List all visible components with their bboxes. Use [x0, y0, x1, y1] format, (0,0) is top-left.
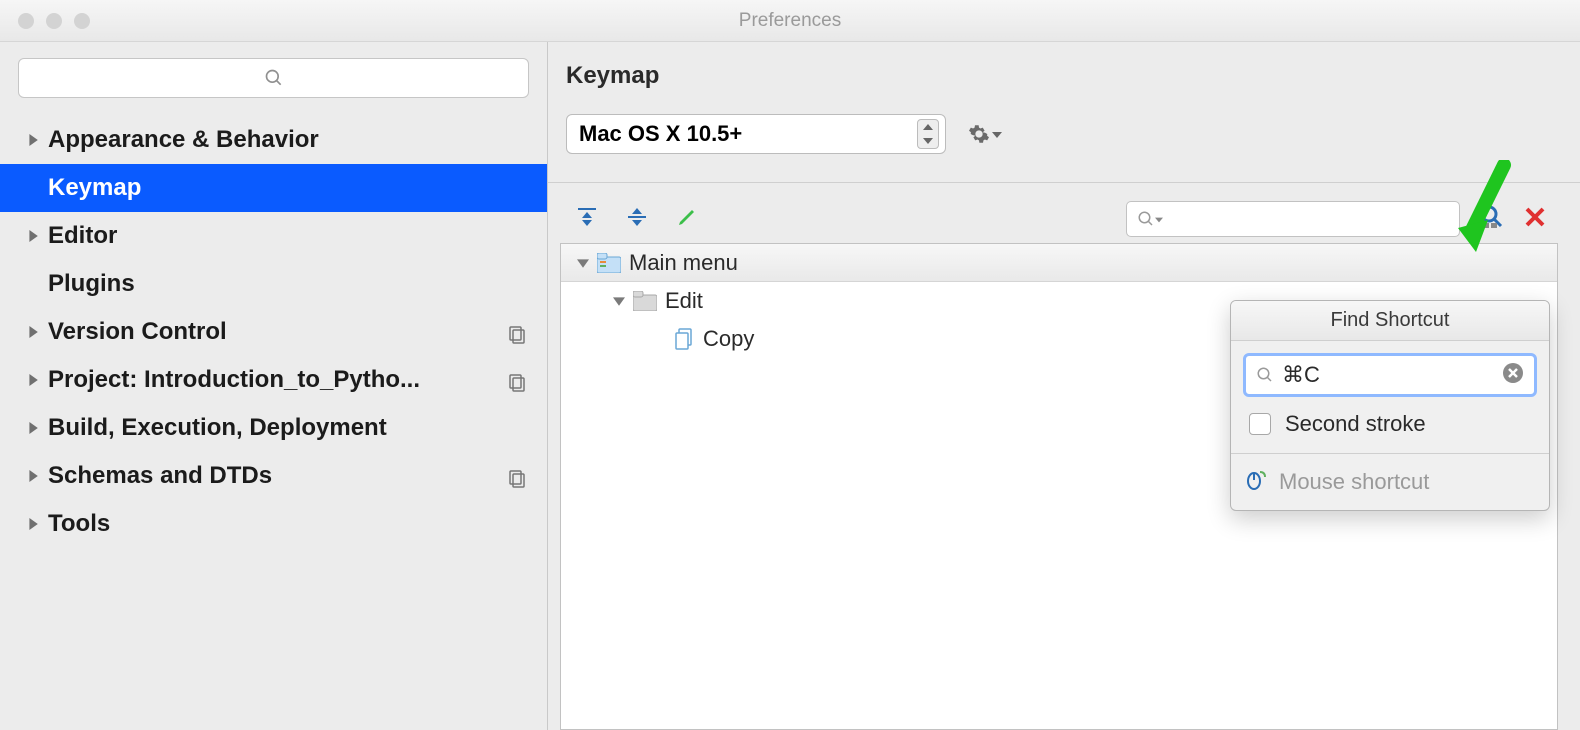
- folder-icon: [597, 253, 621, 273]
- chevron-right-icon: [18, 374, 48, 386]
- sidebar-item-build[interactable]: Build, Execution, Deployment: [0, 404, 547, 452]
- sidebar-item-label: Tools: [48, 510, 110, 538]
- sidebar-item-plugins[interactable]: Plugins: [0, 260, 547, 308]
- keymap-scheme-select[interactable]: Mac OS X 10.5+: [566, 114, 946, 154]
- mouse-shortcut-label: Mouse shortcut: [1279, 469, 1429, 495]
- profile-icon: [507, 371, 525, 389]
- find-by-shortcut-button[interactable]: [1478, 203, 1506, 236]
- copy-icon: [675, 328, 695, 350]
- collapse-all-button[interactable]: [626, 206, 648, 233]
- sidebar-item-editor[interactable]: Editor: [0, 212, 547, 260]
- minimize-window-icon[interactable]: [46, 13, 62, 29]
- sidebar-item-label: Appearance & Behavior: [48, 126, 319, 154]
- shortcut-value: ⌘C: [1282, 362, 1494, 388]
- sidebar-item-schemas[interactable]: Schemas and DTDs: [0, 452, 547, 500]
- mouse-icon: [1245, 468, 1267, 496]
- gear-icon: [968, 123, 990, 145]
- chevron-right-icon: [18, 518, 48, 530]
- checkbox-label: Second stroke: [1285, 411, 1426, 437]
- search-icon: [1256, 366, 1274, 384]
- mouse-shortcut-link[interactable]: Mouse shortcut: [1243, 468, 1537, 496]
- sidebar-item-label: Keymap: [48, 174, 141, 202]
- preferences-sidebar: Appearance & Behavior Keymap Editor Plug…: [0, 42, 548, 730]
- window-titlebar: Preferences: [0, 0, 1580, 42]
- clear-input-button[interactable]: [1502, 362, 1524, 389]
- profile-icon: [507, 323, 525, 341]
- clear-filter-button[interactable]: [1524, 206, 1546, 233]
- chevron-down-icon: [1155, 210, 1163, 228]
- sidebar-item-label: Plugins: [48, 270, 135, 298]
- sidebar-item-label: Project: Introduction_to_Pytho...: [48, 366, 420, 394]
- popover-title: Find Shortcut: [1231, 301, 1549, 341]
- chevron-right-icon: [18, 326, 48, 338]
- scheme-value: Mac OS X 10.5+: [579, 121, 742, 147]
- window-title: Preferences: [739, 10, 841, 32]
- close-window-icon[interactable]: [18, 13, 34, 29]
- profile-icon: [507, 467, 525, 485]
- tree-label: Edit: [665, 288, 703, 314]
- chevron-right-icon: [18, 134, 48, 146]
- tree-row-main-menu[interactable]: Main menu: [561, 244, 1557, 282]
- divider: [548, 182, 1580, 183]
- search-icon: [1137, 210, 1155, 228]
- tree-label: Main menu: [629, 250, 738, 276]
- sidebar-item-keymap[interactable]: Keymap: [0, 164, 547, 212]
- sidebar-item-tools[interactable]: Tools: [0, 500, 547, 548]
- tree-label: Copy: [703, 326, 754, 352]
- shortcut-input[interactable]: ⌘C: [1243, 353, 1537, 397]
- sidebar-item-version-control[interactable]: Version Control: [0, 308, 547, 356]
- page-title: Keymap: [562, 62, 1552, 90]
- chevron-right-icon: [18, 422, 48, 434]
- sidebar-item-label: Version Control: [48, 318, 227, 346]
- divider: [1231, 453, 1549, 454]
- scheme-actions-button[interactable]: [968, 123, 1002, 145]
- zoom-window-icon[interactable]: [74, 13, 90, 29]
- sidebar-item-label: Editor: [48, 222, 117, 250]
- sidebar-item-label: Build, Execution, Deployment: [48, 414, 387, 442]
- chevron-right-icon: [18, 230, 48, 242]
- traffic-lights: [18, 13, 90, 29]
- action-search-input[interactable]: [1126, 201, 1460, 237]
- chevron-down-icon: [569, 257, 597, 269]
- sidebar-search-input[interactable]: [18, 58, 529, 98]
- second-stroke-checkbox[interactable]: Second stroke: [1243, 411, 1537, 437]
- folder-icon: [633, 291, 657, 311]
- chevron-right-icon: [18, 470, 48, 482]
- search-icon: [264, 68, 284, 88]
- find-shortcut-popover: Find Shortcut ⌘C Second stroke Mouse sho…: [1230, 300, 1550, 511]
- select-stepper-icon: [917, 119, 939, 149]
- expand-all-button[interactable]: [576, 206, 598, 233]
- edit-shortcut-button[interactable]: [676, 206, 698, 233]
- chevron-down-icon: [605, 295, 633, 307]
- chevron-down-icon: [992, 125, 1002, 143]
- sidebar-item-project[interactable]: Project: Introduction_to_Pytho...: [0, 356, 547, 404]
- sidebar-item-appearance[interactable]: Appearance & Behavior: [0, 116, 547, 164]
- checkbox-icon: [1249, 413, 1271, 435]
- sidebar-item-label: Schemas and DTDs: [48, 462, 272, 490]
